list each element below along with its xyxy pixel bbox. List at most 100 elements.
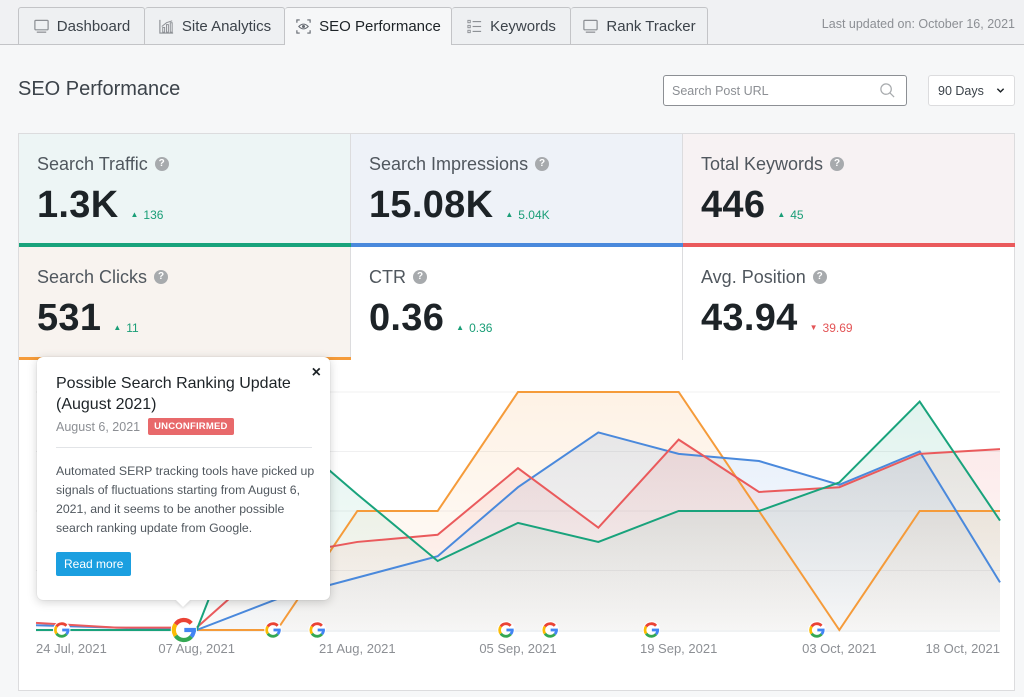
- stat-card-search-traffic[interactable]: Search Traffic? 1.3K ▲ 136: [19, 134, 351, 247]
- read-more-button[interactable]: Read more: [56, 552, 132, 576]
- stats-grid: Search Traffic? 1.3K ▲ 136 Search Impression…: [18, 133, 1015, 361]
- stat-label: Avg. Position?: [701, 266, 1014, 288]
- stat-value: 531: [37, 297, 102, 339]
- arrow-up-icon: ▲: [456, 323, 465, 332]
- tab-keywords[interactable]: Keywords: [452, 7, 571, 44]
- close-icon[interactable]: ×: [312, 364, 321, 382]
- x-tick-label: 07 Aug, 2021: [158, 641, 235, 656]
- google-update-marker-icon[interactable]: [308, 621, 326, 639]
- search-input[interactable]: [664, 76, 872, 105]
- date-range-select[interactable]: 90 Days: [928, 75, 1015, 106]
- stat-label: Search Traffic?: [37, 153, 350, 175]
- bar-chart-icon: [159, 19, 174, 34]
- stat-label-text: CTR: [369, 267, 406, 287]
- help-icon[interactable]: ?: [154, 270, 169, 284]
- help-icon[interactable]: ?: [154, 157, 169, 171]
- google-update-marker-icon[interactable]: [808, 621, 826, 639]
- x-tick-label: 05 Sep, 2021: [479, 641, 556, 656]
- tab-seo-performance[interactable]: SEO Performance: [285, 7, 452, 45]
- list-icon: [467, 19, 482, 33]
- popup-body: Automated SERP tracking tools have picke…: [56, 464, 315, 535]
- arrow-up-icon: ▲: [505, 210, 514, 219]
- google-update-marker-icon[interactable]: [53, 621, 71, 639]
- stat-card-ctr[interactable]: CTR? 0.36 ▲ 0.36: [351, 247, 683, 360]
- stat-value-row: 15.08K ▲ 5.04K: [369, 183, 682, 227]
- popup-date: August 6, 2021: [56, 419, 141, 434]
- stat-delta-value: 11: [126, 320, 139, 335]
- tab-label: SEO Performance: [319, 18, 441, 35]
- stat-value: 1.3K: [37, 184, 119, 226]
- arrow-up-icon: ▲: [113, 323, 122, 332]
- tab-dashboard[interactable]: Dashboard: [18, 7, 145, 44]
- last-updated-text: Last updated on: October 16, 2021: [821, 17, 1015, 31]
- tab-site-analytics[interactable]: Site Analytics: [145, 7, 285, 44]
- stat-card-total-keywords[interactable]: Total Keywords? 446 ▲ 45: [683, 134, 1015, 247]
- tab-label: Dashboard: [56, 17, 131, 35]
- stat-label-text: Search Traffic: [37, 154, 148, 174]
- google-update-marker-icon[interactable]: [170, 616, 197, 644]
- stat-delta: ▲ 11: [113, 321, 138, 335]
- search-icon[interactable]: [879, 82, 896, 99]
- stat-label: CTR?: [369, 266, 682, 288]
- popup-title: Possible Search Ranking Update (August 2…: [56, 375, 291, 413]
- help-icon[interactable]: ?: [812, 270, 827, 284]
- search-post-url-field[interactable]: [663, 75, 907, 106]
- stat-delta: ▲ 45: [777, 208, 803, 222]
- help-icon[interactable]: ?: [535, 157, 550, 171]
- stat-label-text: Total Keywords: [701, 154, 824, 174]
- stat-value: 15.08K: [369, 184, 494, 226]
- monitor-icon: [34, 19, 49, 33]
- stat-label-text: Search Impressions: [369, 154, 529, 174]
- stat-label: Total Keywords?: [701, 153, 1014, 175]
- stat-delta-value: 0.36: [469, 320, 493, 335]
- monitor-icon: [583, 19, 599, 33]
- tab-label: Rank Tracker: [606, 17, 696, 35]
- x-tick-label: 24 Jul, 2021: [36, 641, 107, 656]
- chevron-down-icon: [996, 88, 1005, 93]
- status-badge: UNCONFIRMED: [148, 418, 234, 435]
- help-icon[interactable]: ?: [413, 270, 427, 284]
- x-tick-label: 18 Oct, 2021: [926, 641, 1000, 656]
- divider: [56, 447, 312, 448]
- google-update-marker-icon[interactable]: [642, 621, 661, 639]
- stat-value: 43.94: [701, 297, 798, 339]
- stat-value: 446: [701, 184, 766, 226]
- stat-card-avg-position[interactable]: Avg. Position? 43.94 ▼ 39.69: [683, 247, 1014, 360]
- stat-delta-value: 136: [143, 207, 164, 222]
- stat-delta: ▼ 39.69: [810, 321, 853, 335]
- google-update-marker-icon[interactable]: [497, 621, 515, 639]
- stat-value: 0.36: [369, 297, 445, 339]
- tab-label: Keywords: [490, 17, 556, 35]
- stat-delta-value: 5.04K: [518, 207, 550, 222]
- stat-value-row: 1.3K ▲ 136: [37, 183, 350, 227]
- stat-card-search-impressions[interactable]: Search Impressions? 15.08K ▲ 5.04K: [351, 134, 683, 247]
- tab-rank-tracker[interactable]: Rank Tracker: [571, 7, 708, 44]
- ranking-update-popup: × Possible Search Ranking Update (August…: [37, 357, 330, 600]
- google-update-marker-icon[interactable]: [264, 621, 282, 639]
- help-icon[interactable]: ?: [830, 157, 845, 171]
- popup-meta: August 6, 2021 UNCONFIRMED: [56, 418, 312, 435]
- date-range-value: 90 Days: [938, 83, 984, 98]
- tab-label: Site Analytics: [181, 17, 272, 35]
- stat-label: Search Impressions?: [369, 153, 682, 175]
- stat-value-row: 446 ▲ 45: [701, 183, 1014, 227]
- stat-label-text: Search Clicks: [37, 267, 148, 287]
- stat-delta: ▲ 136: [130, 208, 163, 222]
- x-tick-label: 21 Aug, 2021: [319, 641, 396, 656]
- x-tick-label: 19 Sep, 2021: [640, 641, 717, 656]
- stat-delta-value: 45: [790, 207, 804, 222]
- google-update-marker-icon[interactable]: [541, 621, 559, 639]
- stat-card-search-clicks[interactable]: Search Clicks? 531 ▲ 11: [19, 247, 351, 361]
- stat-delta-value: 39.69: [822, 320, 853, 335]
- stat-delta: ▲ 5.04K: [505, 208, 549, 222]
- stat-delta: ▲ 0.36: [456, 321, 492, 335]
- stat-label: Search Clicks?: [37, 266, 350, 288]
- stat-value-row: 531 ▲ 11: [37, 296, 350, 340]
- arrow-down-icon: ▼: [809, 323, 818, 332]
- stat-value-row: 43.94 ▼ 39.69: [701, 296, 1014, 340]
- stat-label-text: Avg. Position: [701, 267, 806, 287]
- arrow-up-icon: ▲: [130, 210, 139, 219]
- x-tick-label: 03 Oct, 2021: [802, 641, 876, 656]
- popup-pointer: [175, 599, 191, 607]
- arrow-up-icon: ▲: [777, 210, 786, 219]
